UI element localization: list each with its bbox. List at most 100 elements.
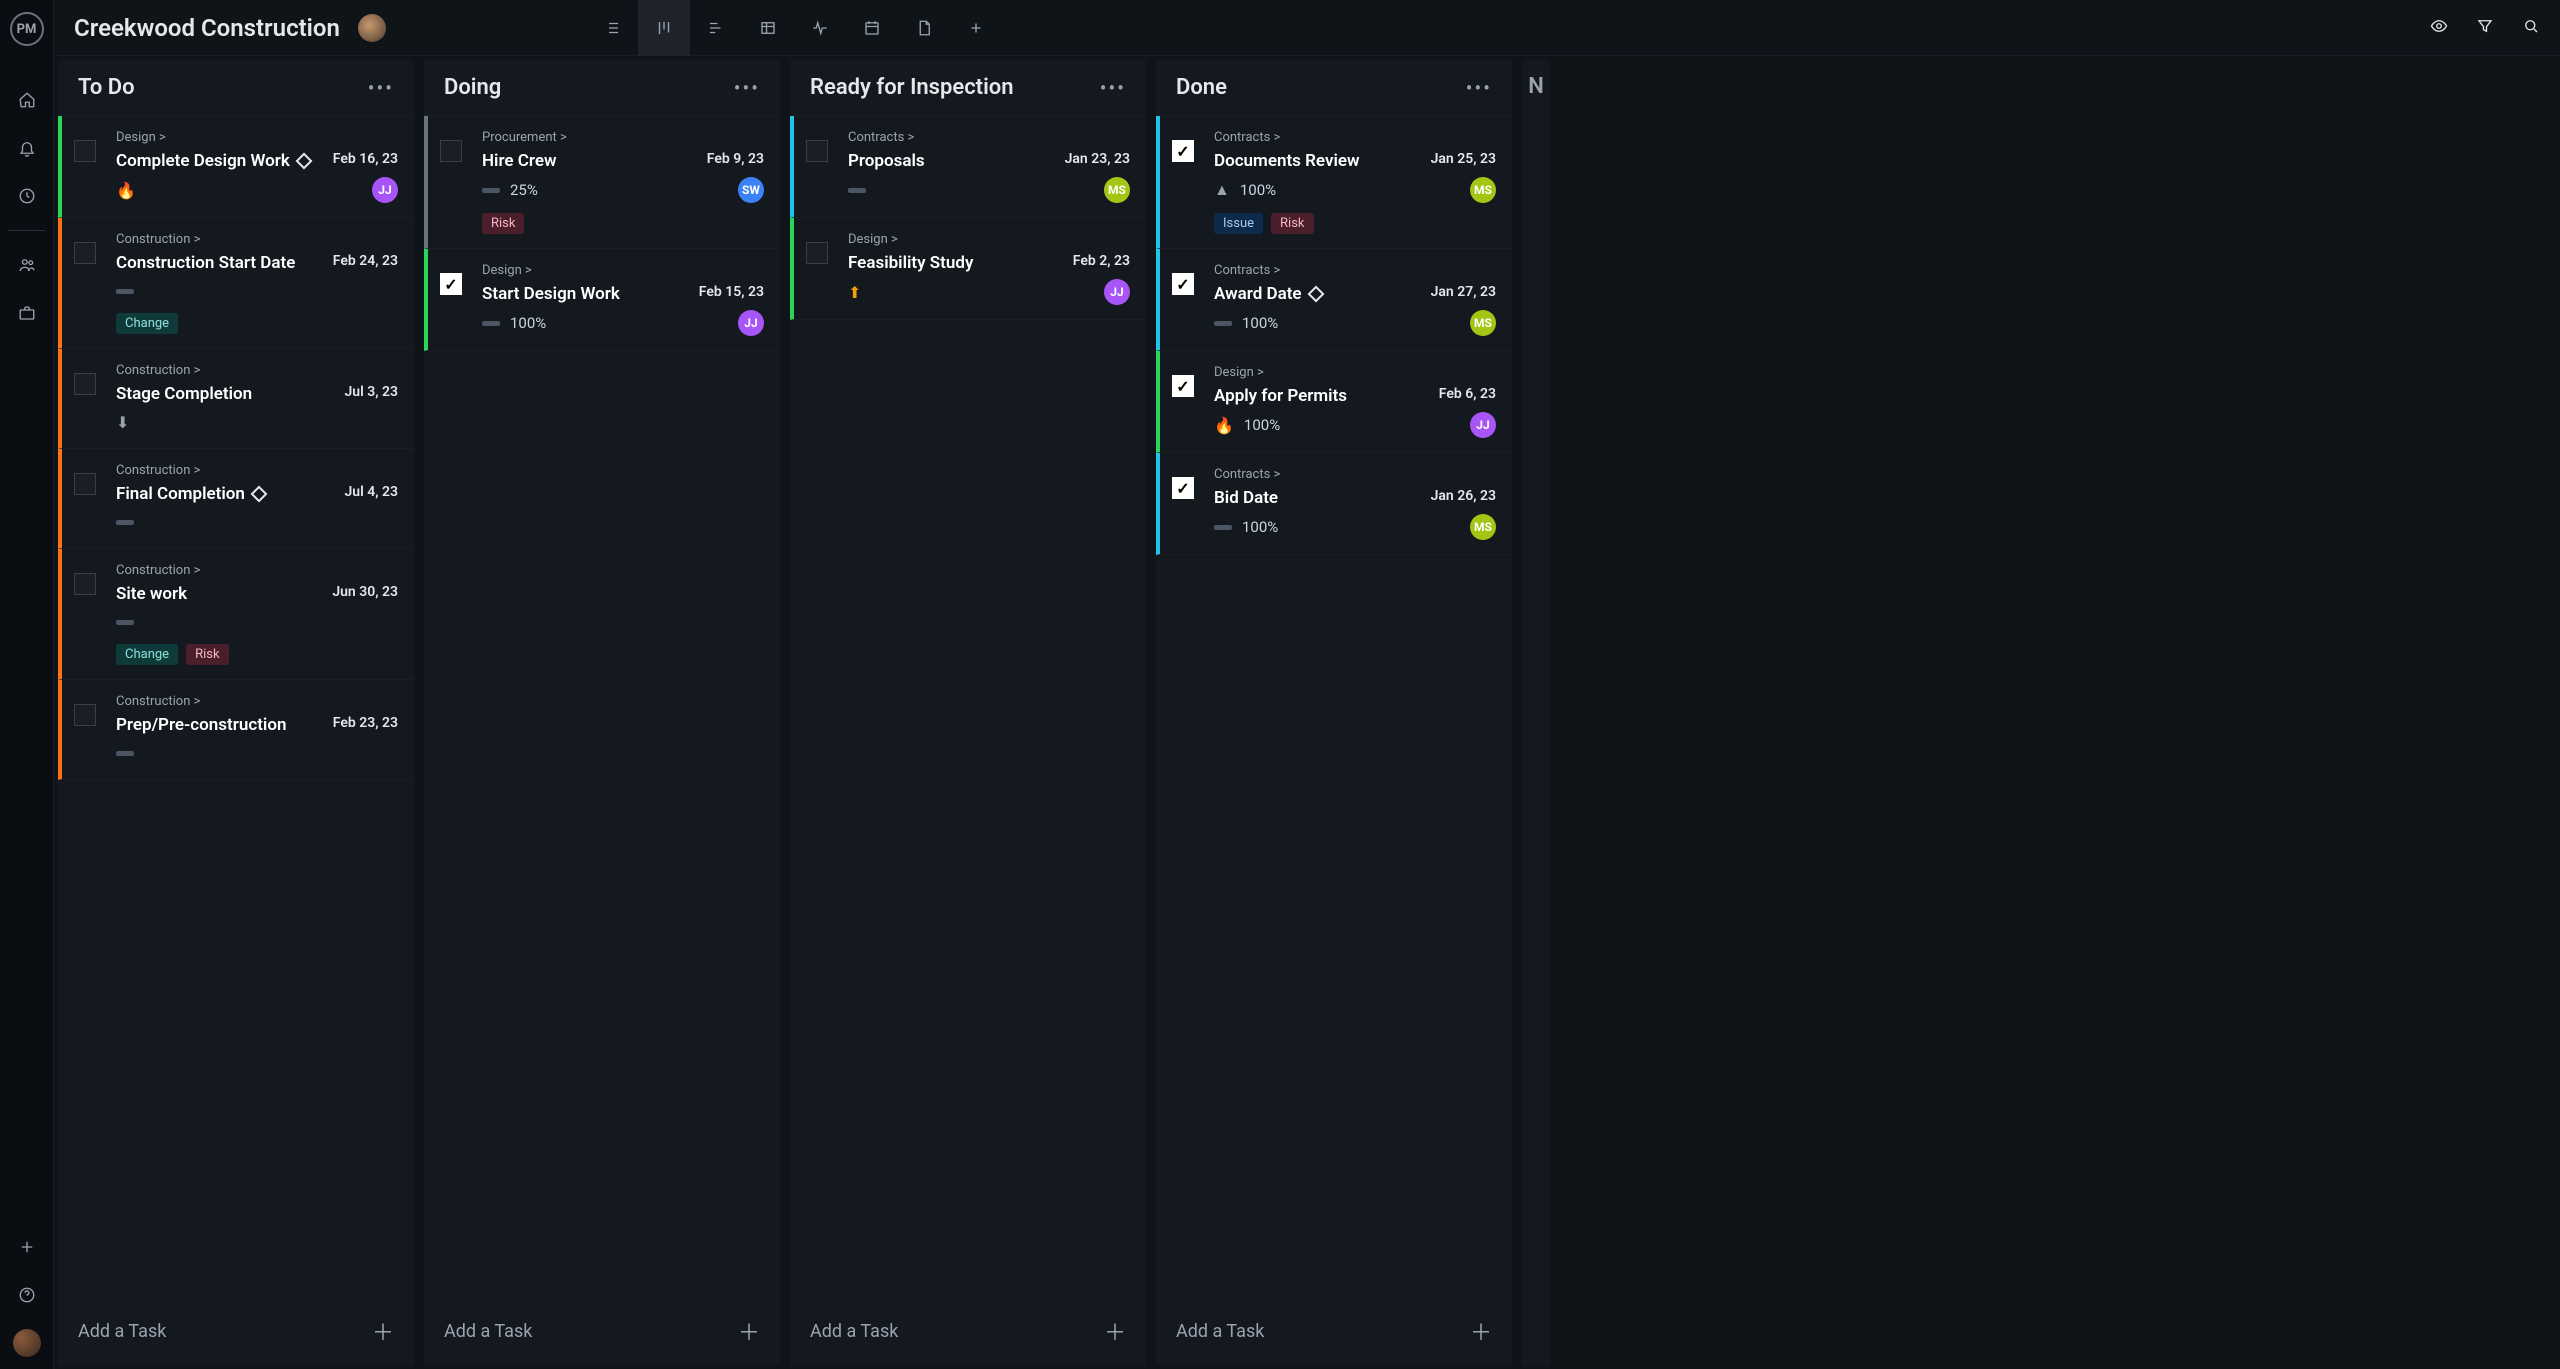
task-category[interactable]: Construction >	[116, 232, 398, 247]
task-category[interactable]: Design >	[1214, 365, 1496, 380]
progress-bar-icon	[116, 751, 134, 756]
tag-change[interactable]: Change	[116, 644, 178, 665]
task-category[interactable]: Construction >	[116, 363, 398, 378]
task-card[interactable]: ✓ Design > Apply for Permits Feb 6, 23 🔥…	[1156, 351, 1512, 453]
task-category[interactable]: Design >	[848, 232, 1130, 247]
assignee-avatar[interactable]: MS	[1470, 514, 1496, 540]
column-menu-icon[interactable]: •••	[1466, 76, 1492, 100]
task-checkbox[interactable]	[74, 242, 96, 264]
add-task-label: Add a Task	[78, 1321, 166, 1342]
task-checkbox[interactable]	[74, 704, 96, 726]
task-category[interactable]: Construction >	[116, 563, 398, 578]
task-checkbox[interactable]	[74, 140, 96, 162]
add-view-icon[interactable]	[950, 0, 1002, 56]
clock-icon[interactable]	[9, 178, 45, 214]
task-checkbox[interactable]	[74, 473, 96, 495]
add-task-button[interactable]: Add a Task ＋	[424, 1297, 780, 1365]
task-date: Jul 3, 23	[345, 384, 399, 400]
calendar-view-icon[interactable]	[846, 0, 898, 56]
assignee-avatar[interactable]: JJ	[738, 310, 764, 336]
add-icon[interactable]	[9, 1229, 45, 1265]
assignee-avatar[interactable]: JJ	[372, 177, 398, 203]
bell-icon[interactable]	[9, 130, 45, 166]
task-card[interactable]: Design > Complete Design Work Feb 16, 23…	[58, 116, 414, 218]
gantt-view-icon[interactable]	[690, 0, 742, 56]
assignee-avatar[interactable]: MS	[1470, 177, 1496, 203]
task-category[interactable]: Procurement >	[482, 130, 764, 145]
task-card[interactable]: ✓ Contracts > Documents Review Jan 25, 2…	[1156, 116, 1512, 249]
assignee-avatar[interactable]: SW	[738, 177, 764, 203]
task-category[interactable]: Contracts >	[1214, 263, 1496, 278]
activity-view-icon[interactable]	[794, 0, 846, 56]
people-icon[interactable]	[9, 247, 45, 283]
filter-icon[interactable]	[2476, 17, 2494, 39]
task-checkbox[interactable]: ✓	[1172, 140, 1194, 162]
task-date: Jun 30, 23	[332, 584, 398, 600]
tag-risk[interactable]: Risk	[1271, 213, 1313, 234]
task-category[interactable]: Construction >	[116, 694, 398, 709]
next-column-peek[interactable]: N	[1522, 60, 1550, 1365]
task-card[interactable]: Construction > Construction Start Date F…	[58, 218, 414, 349]
task-checkbox[interactable]: ✓	[1172, 375, 1194, 397]
table-view-icon[interactable]	[742, 0, 794, 56]
task-card[interactable]: Contracts > Proposals Jan 23, 23 MS	[790, 116, 1146, 218]
task-category[interactable]: Design >	[482, 263, 764, 278]
task-card[interactable]: Procurement > Hire Crew Feb 9, 23 25%SW …	[424, 116, 780, 249]
task-title: Site work	[116, 584, 187, 604]
task-checkbox[interactable]	[440, 140, 462, 162]
task-checkbox[interactable]	[74, 373, 96, 395]
progress-indicator: ▲100%	[1214, 180, 1276, 200]
tag-risk[interactable]: Risk	[186, 644, 228, 665]
progress-indicator	[116, 620, 134, 625]
search-icon[interactable]	[2522, 17, 2540, 39]
arrow-up-icon: ▲	[1214, 180, 1230, 200]
column-menu-icon[interactable]: •••	[1100, 76, 1126, 100]
task-checkbox[interactable]	[806, 242, 828, 264]
task-category[interactable]: Contracts >	[1214, 467, 1496, 482]
task-card[interactable]: Construction > Final Completion Jul 4, 2…	[58, 449, 414, 549]
user-avatar[interactable]	[13, 1329, 41, 1357]
task-card[interactable]: ✓ Design > Start Design Work Feb 15, 23 …	[424, 249, 780, 351]
task-card[interactable]: Construction > Prep/Pre-construction Feb…	[58, 680, 414, 780]
add-task-button[interactable]: Add a Task ＋	[58, 1297, 414, 1365]
briefcase-icon[interactable]	[9, 295, 45, 331]
tag-issue[interactable]: Issue	[1214, 213, 1263, 234]
task-date: Jul 4, 23	[345, 484, 399, 500]
tag-risk[interactable]: Risk	[482, 213, 524, 234]
project-title: Creekwood Construction	[74, 14, 340, 42]
project-avatar[interactable]	[358, 14, 386, 42]
eye-icon[interactable]	[2430, 17, 2448, 39]
task-category[interactable]: Construction >	[116, 463, 398, 478]
app-logo[interactable]: PM	[10, 12, 44, 46]
assignee-avatar[interactable]: MS	[1470, 310, 1496, 336]
task-checkbox[interactable]: ✓	[440, 273, 462, 295]
task-card[interactable]: ✓ Contracts > Bid Date Jan 26, 23 100%MS	[1156, 453, 1512, 555]
file-view-icon[interactable]	[898, 0, 950, 56]
column-menu-icon[interactable]: •••	[734, 76, 760, 100]
add-task-button[interactable]: Add a Task ＋	[1156, 1297, 1512, 1365]
task-checkbox[interactable]: ✓	[1172, 273, 1194, 295]
add-task-label: Add a Task	[444, 1321, 532, 1342]
list-view-icon[interactable]	[586, 0, 638, 56]
help-icon[interactable]	[9, 1277, 45, 1313]
board-view-icon[interactable]	[638, 0, 690, 56]
task-card[interactable]: ✓ Contracts > Award Date Jan 27, 23 100%…	[1156, 249, 1512, 351]
add-task-button[interactable]: Add a Task ＋	[790, 1297, 1146, 1365]
task-date: Feb 6, 23	[1439, 386, 1496, 402]
task-card[interactable]: Construction > Site work Jun 30, 23 Chan…	[58, 549, 414, 680]
home-icon[interactable]	[9, 82, 45, 118]
assignee-avatar[interactable]: JJ	[1470, 412, 1496, 438]
task-category[interactable]: Contracts >	[1214, 130, 1496, 145]
task-category[interactable]: Contracts >	[848, 130, 1130, 145]
task-checkbox[interactable]: ✓	[1172, 477, 1194, 499]
column-header: Ready for Inspection •••	[790, 60, 1146, 116]
assignee-avatar[interactable]: MS	[1104, 177, 1130, 203]
task-card[interactable]: Construction > Stage Completion Jul 3, 2…	[58, 349, 414, 449]
task-category[interactable]: Design >	[116, 130, 398, 145]
column-menu-icon[interactable]: •••	[368, 76, 394, 100]
task-checkbox[interactable]	[806, 140, 828, 162]
task-card[interactable]: Design > Feasibility Study Feb 2, 23 ⬆JJ	[790, 218, 1146, 320]
tag-change[interactable]: Change	[116, 313, 178, 334]
task-checkbox[interactable]	[74, 573, 96, 595]
assignee-avatar[interactable]: JJ	[1104, 279, 1130, 305]
